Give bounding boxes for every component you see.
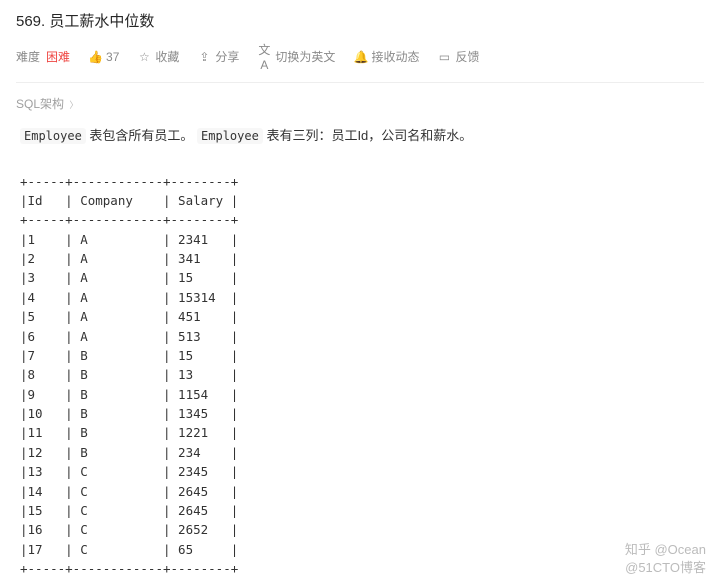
feedback-button[interactable]: ▭ 反馈 xyxy=(437,48,479,65)
feedback-label: 反馈 xyxy=(455,48,479,65)
desc-text: 表包含所有员工。 xyxy=(86,128,197,143)
sql-schema-toggle[interactable]: SQL架构 〉 xyxy=(0,83,720,120)
share-label: 分享 xyxy=(215,48,239,65)
notify-label: 接收动态 xyxy=(371,48,419,65)
table-block: +-----+------------+--------+ |Id | Comp… xyxy=(20,162,700,582)
share-icon: ⇪ xyxy=(197,50,211,64)
problem-title: 569. 员工薪水中位数 xyxy=(16,10,704,31)
problem-description: Employee 表包含所有员工。 Employee 表有三列：员工Id，公司名… xyxy=(0,120,720,156)
favorite-button[interactable]: ☆ 收藏 xyxy=(137,48,179,65)
translate-icon: 文A xyxy=(257,41,271,72)
code-inline: Employee xyxy=(197,128,263,144)
like-count: 37 xyxy=(106,50,119,64)
favorite-label: 收藏 xyxy=(155,48,179,65)
notify-button[interactable]: 🔔 接收动态 xyxy=(353,48,419,65)
translate-label: 切换为英文 xyxy=(275,48,335,65)
like-button[interactable]: 👍 37 xyxy=(88,50,119,64)
star-icon: ☆ xyxy=(137,50,151,64)
sql-schema-label: SQL架构 xyxy=(16,97,64,111)
feedback-icon: ▭ xyxy=(437,50,451,64)
bell-icon: 🔔 xyxy=(353,50,367,64)
thumbs-up-icon: 👍 xyxy=(88,50,102,64)
desc-text: 表有三列：员工Id，公司名和薪水。 xyxy=(263,128,472,143)
share-button[interactable]: ⇪ 分享 xyxy=(197,48,239,65)
chevron-right-icon: 〉 xyxy=(69,100,78,110)
code-inline: Employee xyxy=(20,128,86,144)
difficulty-label: 难度 xyxy=(16,48,40,65)
translate-button[interactable]: 文A 切换为英文 xyxy=(257,41,335,72)
difficulty-value: 困难 xyxy=(46,48,70,65)
meta-row: 难度 困难 👍 37 ☆ 收藏 ⇪ 分享 文A 切换为英文 🔔 接收动态 xyxy=(16,41,704,83)
